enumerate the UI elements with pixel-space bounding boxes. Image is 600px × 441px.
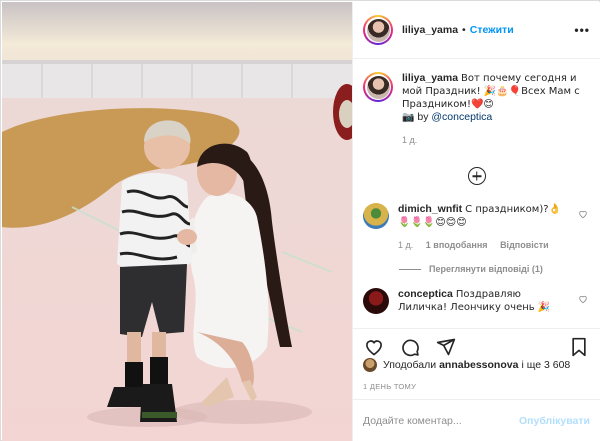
save-bookmark-icon[interactable] bbox=[568, 336, 590, 358]
camera-icon: 📷 bbox=[402, 112, 415, 123]
comment-item: conceptica Поздравляю Лиличка! Леончику о… bbox=[363, 288, 590, 314]
caption-username[interactable]: liliya_yama bbox=[402, 72, 458, 84]
likes-count[interactable]: і ще 3 608 bbox=[521, 359, 570, 371]
load-more-comments[interactable] bbox=[363, 167, 590, 185]
post-photo[interactable] bbox=[2, 2, 352, 441]
comment-username[interactable]: conceptica bbox=[398, 288, 453, 300]
comment-bubble-icon[interactable] bbox=[399, 336, 421, 358]
likes-summary: Уподобали annabessonova і ще 3 608 bbox=[363, 358, 590, 372]
post-comment-button[interactable]: Опублікувати bbox=[519, 415, 590, 427]
likes-prefix: Уподобали bbox=[383, 359, 437, 371]
share-paper-plane-icon[interactable] bbox=[435, 336, 457, 358]
caption-by: by bbox=[417, 111, 429, 123]
header-separator: • bbox=[462, 24, 466, 36]
comment-item: dimich_wnfit С праздником)?👌🌷🌷🌷😊😊😊 1 д. 1… bbox=[363, 203, 590, 252]
view-replies-label[interactable]: Переглянути відповіді (1) bbox=[429, 264, 543, 274]
plus-circle-icon[interactable] bbox=[467, 167, 486, 185]
add-comment-bar: Опублікувати bbox=[353, 399, 600, 441]
comment-like-heart-icon[interactable] bbox=[578, 294, 590, 306]
comments-list[interactable]: liliya_yama Вот почему сегодня и мой Праз… bbox=[353, 60, 600, 326]
liker-avatar[interactable] bbox=[363, 358, 377, 372]
view-replies-button[interactable]: Переглянути відповіді (1) bbox=[399, 264, 590, 274]
mention-link[interactable]: @conceptica bbox=[431, 111, 492, 123]
comment-likes[interactable]: 1 вподобання bbox=[426, 240, 488, 250]
commenter-avatar[interactable] bbox=[363, 203, 389, 229]
caption: liliya_yama Вот почему сегодня и мой Праз… bbox=[363, 72, 590, 147]
post-photo-image bbox=[2, 2, 352, 441]
comment-time[interactable]: 1 д. bbox=[398, 240, 413, 250]
caption-meta: 1 д. bbox=[402, 134, 590, 147]
post-time-ago[interactable]: 1 ДЕНЬ ТОМУ bbox=[363, 382, 416, 391]
add-comment-input[interactable] bbox=[363, 414, 519, 427]
comment-meta: 1 д. 1 вподобання Відповісти bbox=[398, 239, 572, 252]
follow-button[interactable]: Стежити bbox=[470, 24, 514, 36]
comment-username[interactable]: dimich_wnfit bbox=[398, 203, 462, 215]
like-heart-icon[interactable] bbox=[363, 336, 385, 358]
more-options-icon[interactable]: ••• bbox=[574, 23, 590, 37]
author-avatar[interactable] bbox=[363, 15, 393, 45]
post-sidebar: liliya_yama • Стежити ••• liliya_yama Вот… bbox=[352, 2, 600, 441]
author-username[interactable]: liliya_yama bbox=[402, 24, 458, 36]
caption-time[interactable]: 1 д. bbox=[402, 135, 417, 145]
commenter-avatar[interactable] bbox=[363, 288, 389, 314]
post-header: liliya_yama • Стежити ••• bbox=[353, 2, 600, 59]
caption-avatar[interactable] bbox=[363, 72, 393, 102]
post-modal: liliya_yama • Стежити ••• liliya_yama Вот… bbox=[0, 0, 600, 441]
liker-username[interactable]: annabessonova bbox=[439, 359, 518, 371]
replies-divider bbox=[399, 268, 421, 270]
reply-button[interactable]: Відповісти bbox=[500, 240, 549, 250]
comment-like-heart-icon[interactable] bbox=[578, 209, 590, 221]
